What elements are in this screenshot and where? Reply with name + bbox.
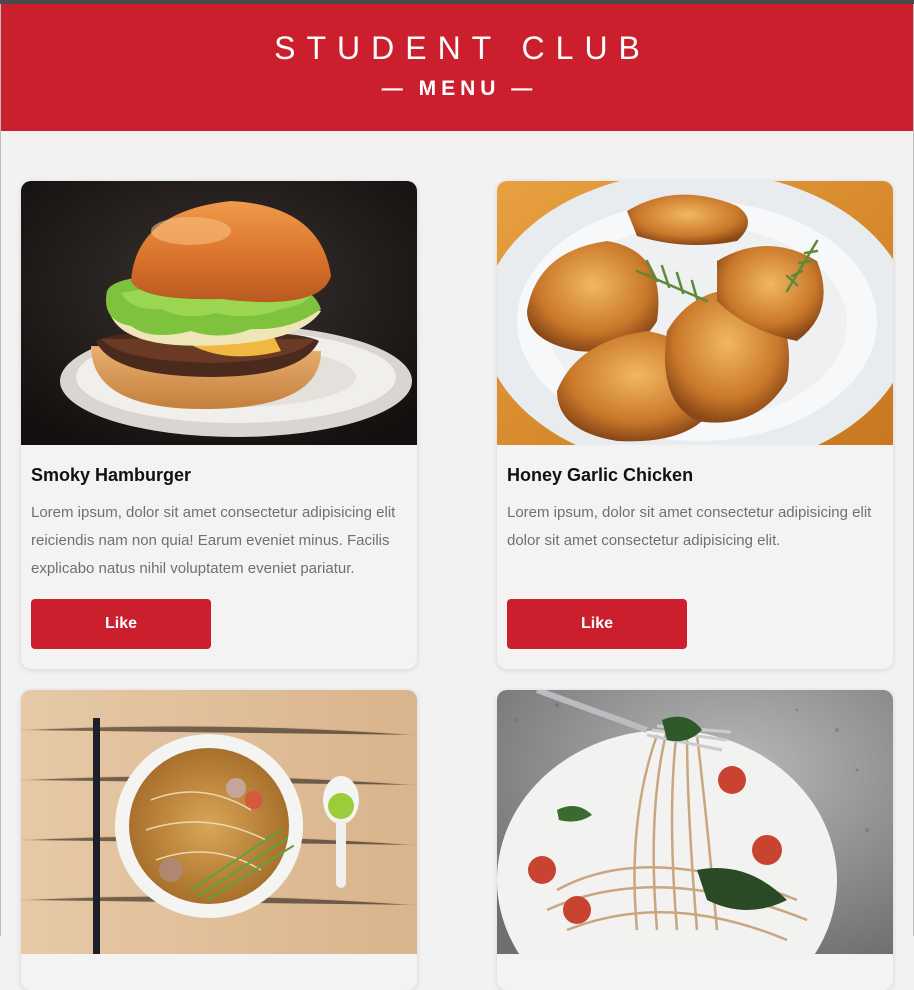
menu-subtitle: — MENU — <box>381 77 538 100</box>
menu-card-hamburger: Smoky Hamburger Lorem ipsum, dolor sit a… <box>21 181 417 669</box>
like-button[interactable]: Like <box>31 599 211 649</box>
menu-card-chicken: Honey Garlic Chicken Lorem ipsum, dolor … <box>497 181 893 669</box>
site-header: STUDENT CLUB — MENU — <box>0 4 914 131</box>
item-name: Honey Garlic Chicken <box>507 465 694 485</box>
item-description: Lorem ipsum, dolor sit amet consectetur … <box>507 504 872 549</box>
item-name: Smoky Hamburger <box>31 465 192 485</box>
menu-card-pho <box>21 690 417 990</box>
spaghetti-photo <box>497 690 893 954</box>
item-description: Lorem ipsum, dolor sit amet consectetur … <box>31 504 396 577</box>
like-button[interactable]: Like <box>507 599 687 649</box>
pho-noodle-soup-photo <box>21 690 417 954</box>
menu-card-spaghetti <box>497 690 893 990</box>
site-title: STUDENT CLUB <box>274 30 651 66</box>
hamburger-photo <box>21 181 417 445</box>
chicken-photo <box>497 181 893 445</box>
menu-grid: Smoky Hamburger Lorem ipsum, dolor sit a… <box>0 131 914 990</box>
